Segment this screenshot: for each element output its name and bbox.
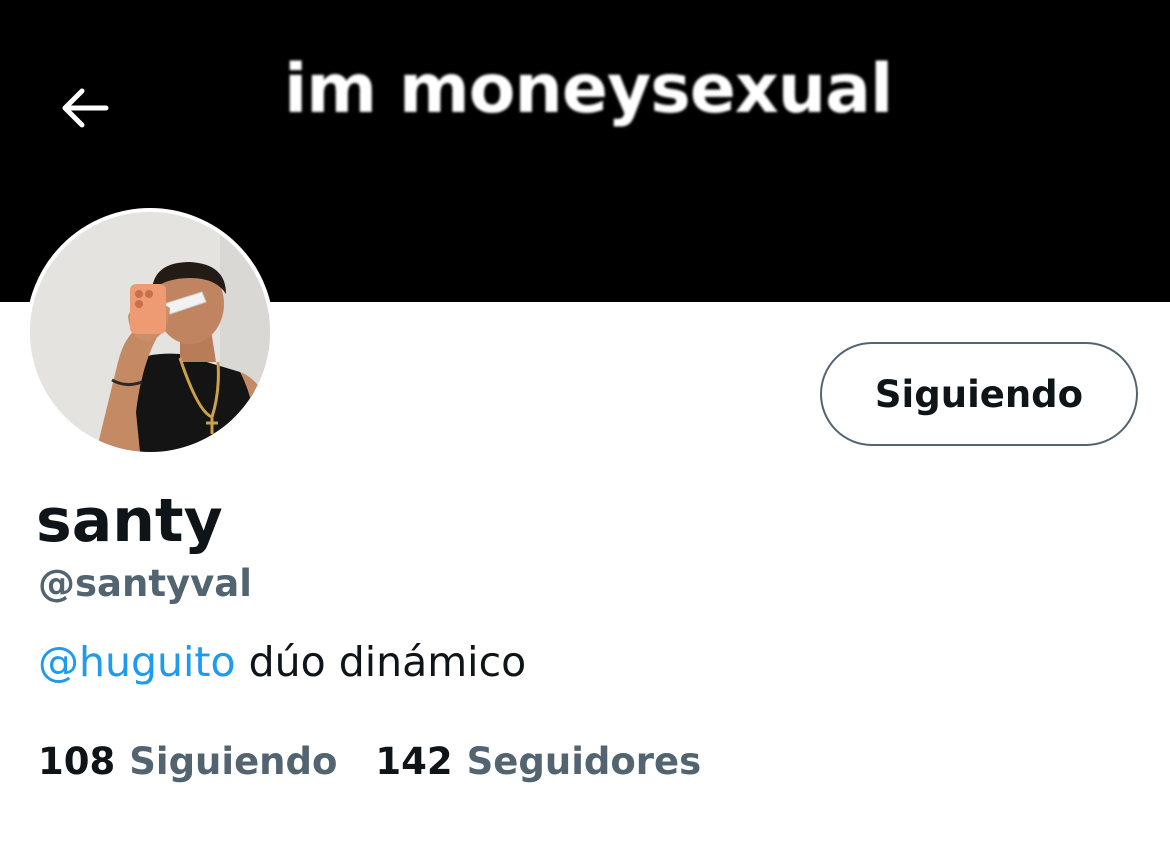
back-button[interactable] <box>54 78 114 138</box>
following-button[interactable]: Siguiendo <box>820 342 1138 446</box>
followers-label: Seguidores <box>466 740 702 783</box>
banner-text: im moneysexual <box>284 50 893 129</box>
username-handle: @santyval <box>38 562 252 605</box>
profile-page: im moneysexual Siguiendo santy @santyval… <box>0 0 1170 858</box>
arrow-left-icon <box>62 88 109 128</box>
profile-stats: 108 Siguiendo 142 Seguidores <box>38 740 701 783</box>
followers-stat[interactable]: 142 Seguidores <box>375 740 701 783</box>
following-stat[interactable]: 108 Siguiendo <box>38 740 337 783</box>
following-count: 108 <box>38 740 116 783</box>
followers-count: 142 <box>375 740 453 783</box>
following-label: Siguiendo <box>129 740 338 783</box>
bio-text: dúo dinámico <box>235 638 527 686</box>
avatar[interactable] <box>26 208 274 456</box>
profile-bio: @huguito dúo dinámico <box>38 638 526 686</box>
avatar-photo <box>30 212 270 452</box>
bio-mention-link[interactable]: @huguito <box>38 638 236 686</box>
display-name: santy <box>36 486 223 556</box>
